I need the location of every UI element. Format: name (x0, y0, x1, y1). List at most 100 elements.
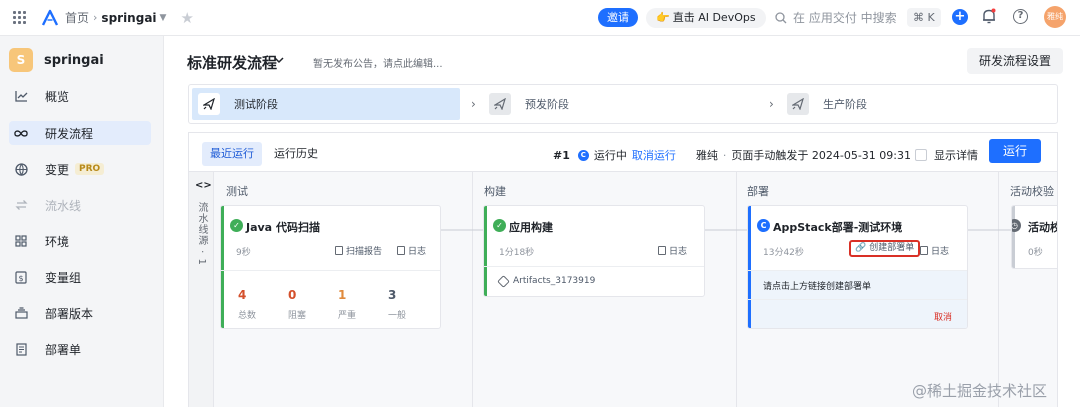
card-divider (221, 270, 440, 271)
card-divider (748, 299, 967, 300)
ai-devops-label: 直击 AI DevOps (672, 11, 756, 24)
run-button[interactable]: 运行 (989, 139, 1041, 163)
sidebar-item-label: 概览 (45, 89, 70, 104)
sidebar-item-deploy-version[interactable]: 部署版本 (9, 301, 151, 325)
chevron-right-icon: › (769, 97, 774, 111)
clock-icon: ◷ (1012, 219, 1021, 232)
add-icon[interactable]: + (952, 9, 968, 25)
sidebar-item-changes[interactable]: 变更 PRO (9, 157, 151, 181)
project-switcher[interactable]: S springai (9, 48, 104, 72)
stage-label: 生产阶段 (823, 98, 867, 111)
status-bar (1012, 206, 1015, 268)
job-title: Java 代码扫描 (246, 221, 320, 234)
metric-critical[interactable]: 1 严重 (338, 288, 356, 321)
job-duration: 9秒 (236, 248, 251, 258)
pro-badge: PRO (75, 163, 105, 175)
process-settings-button[interactable]: 研发流程设置 (967, 48, 1064, 74)
create-deploy-order-label: 创建部署单 (869, 243, 915, 253)
job-card-deploy[interactable]: C AppStack部署-测试环境 13分42秒 🔗 创建部署单 日志 请点击上… (747, 205, 968, 329)
chevron-down-icon[interactable] (274, 55, 284, 65)
artifact-label: Artifacts_3173919 (513, 276, 596, 286)
log-link[interactable]: 日志 (920, 244, 949, 257)
sidebar-item-overview[interactable]: 概览 (9, 84, 151, 108)
page-title[interactable]: 标准研发流程 (187, 52, 277, 73)
announcement-notice[interactable]: 暂无发布公告，请点此编辑... (313, 55, 443, 70)
sidebar-item-label: 部署单 (45, 342, 82, 357)
appstack-logo-icon[interactable] (41, 9, 59, 27)
log-icon (658, 246, 666, 255)
job-duration: 13分42秒 (763, 248, 804, 258)
job-duration: 1分18秒 (499, 248, 535, 258)
log-label: 日志 (408, 247, 427, 257)
log-label: 日志 (669, 247, 688, 257)
stage-pre[interactable]: 预发阶段 (489, 85, 569, 123)
sidebar-item-dev-process[interactable]: 研发流程 (9, 121, 151, 145)
artifact-link[interactable]: Artifacts_3173919 (497, 274, 596, 288)
rocket-icon (489, 93, 511, 115)
search-input[interactable]: 在 应用交付 中搜索 (775, 9, 897, 26)
sidebar-item-environment[interactable]: 环境 (9, 229, 151, 253)
metric-value: 4 (238, 288, 247, 302)
sidebar-item-pipeline[interactable]: 流水线 (9, 193, 151, 217)
stage-test[interactable]: 测试阶段 (192, 88, 460, 120)
status-bar (221, 206, 224, 328)
running-icon: C (577, 149, 589, 161)
metric-value: 0 (288, 288, 297, 302)
caret-down-icon[interactable]: ▼ (160, 13, 167, 23)
checkbox-box[interactable] (915, 149, 927, 161)
grid-icon (14, 234, 28, 248)
watermark: @稀土掘金技术社区 (912, 382, 1048, 400)
report-icon (335, 246, 343, 255)
cancel-run-link[interactable]: 取消运行 (632, 147, 676, 163)
search-placeholder: 在 应用交付 中搜索 (793, 11, 897, 25)
create-deploy-order-button[interactable]: 🔗 创建部署单 (849, 240, 921, 257)
stage-prod[interactable]: 生产阶段 (787, 85, 867, 123)
log-icon (397, 246, 405, 255)
run-number: #1 (553, 148, 570, 162)
job-title: 活动校 (1028, 221, 1057, 234)
metric-label: 严重 (338, 311, 357, 321)
cancel-button[interactable]: 取消 (934, 310, 952, 323)
link-icon: 🔗 (855, 243, 867, 253)
ai-devops-button[interactable]: 👉 直击 AI DevOps (646, 8, 766, 28)
sidebar-item-label: 环境 (45, 234, 70, 249)
running-icon: C (757, 219, 770, 232)
project-badge: S (9, 48, 33, 72)
bell-icon[interactable] (982, 8, 996, 25)
tab-recent-run[interactable]: 最近运行 (202, 142, 262, 166)
sidebar-item-variable-group[interactable]: $ 变量组 (9, 265, 151, 289)
job-card-code-scan[interactable]: ✓ Java 代码扫描 9秒 扫描报告 日志 4 总数 0 阻塞 1 严重 3 … (220, 205, 441, 329)
stack-icon (14, 306, 28, 320)
sidebar-item-label: 流水线 (45, 198, 82, 213)
run-panel: 最近运行 运行历史 #1 C 运行中 取消运行 雅纯 · 页面手动触发于 202… (188, 132, 1058, 407)
separator-dot: · (722, 148, 727, 162)
metric-normal[interactable]: 3 一般 (388, 288, 406, 321)
globe-icon (14, 162, 28, 176)
star-icon[interactable]: ★ (180, 9, 193, 27)
shortcut-hint: ⌘ K (907, 8, 941, 27)
status-bar (484, 206, 487, 296)
user-avatar[interactable]: 雅纯 (1044, 6, 1066, 28)
app-grid-icon[interactable] (13, 10, 27, 25)
success-check-icon: ✓ (493, 219, 506, 232)
scan-report-link[interactable]: 扫描报告 (335, 244, 382, 257)
metric-total[interactable]: 4 总数 (238, 288, 256, 321)
breadcrumb-home[interactable]: 首页 (65, 9, 89, 26)
show-detail-checkbox[interactable]: 显示详情 (915, 147, 978, 163)
pipeline-canvas: <> 流水线源 · 1 测试 构建 部署 活动校验 ✓ Java 代码扫描 9秒 (189, 171, 1057, 407)
help-icon[interactable]: ? (1013, 9, 1028, 24)
metric-blocker[interactable]: 0 阻塞 (288, 288, 306, 321)
run-status: 运行中 (593, 149, 627, 162)
job-card-build[interactable]: ✓ 应用构建 1分18秒 日志 Artifacts_3173919 (483, 205, 705, 297)
job-card-activity-check[interactable]: ◷ 活动校 0秒 (1011, 205, 1057, 269)
breadcrumb-project[interactable]: springai (101, 11, 156, 25)
stage-label: 预发阶段 (525, 98, 569, 111)
infinity-icon (14, 126, 28, 140)
log-link[interactable]: 日志 (397, 244, 426, 257)
tab-run-history[interactable]: 运行历史 (266, 142, 326, 166)
invite-button[interactable]: 邀请 (598, 8, 638, 27)
sidebar-item-deploy-order[interactable]: 部署单 (9, 337, 151, 361)
log-link[interactable]: 日志 (658, 244, 687, 257)
dollar-icon: $ (14, 270, 28, 284)
job-title: AppStack部署-测试环境 (773, 221, 903, 234)
